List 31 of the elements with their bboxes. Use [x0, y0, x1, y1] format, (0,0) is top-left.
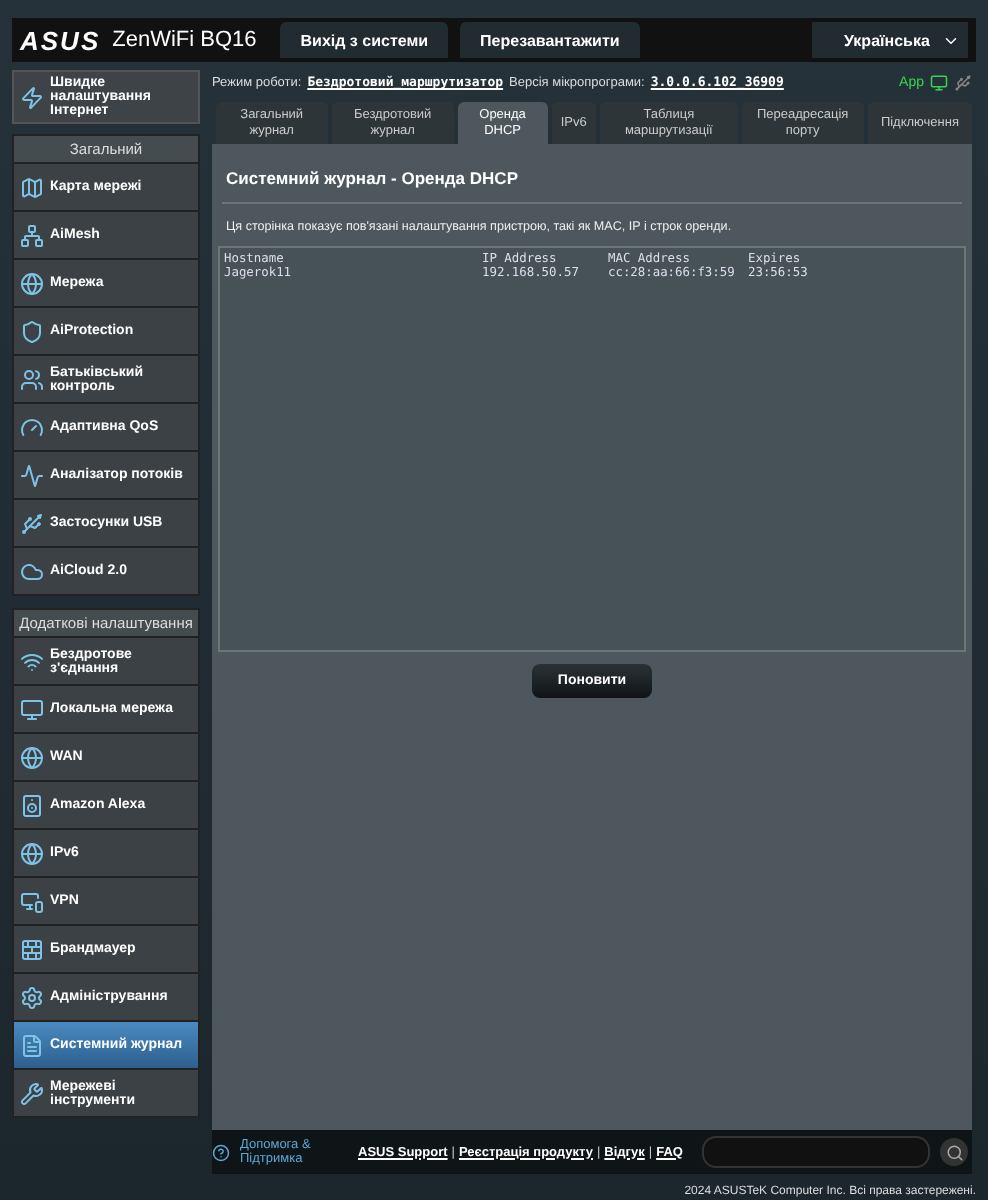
- globe-icon: [20, 841, 44, 865]
- logo: ASUS: [20, 25, 101, 55]
- speaker-icon: [20, 793, 44, 817]
- document-icon: [20, 1033, 44, 1057]
- monitor-icon: [20, 889, 44, 913]
- cloud-icon: [20, 559, 44, 583]
- usb-icon[interactable]: [954, 73, 972, 91]
- wrench-icon: [20, 1081, 44, 1105]
- language-dropdown[interactable]: Українська: [812, 22, 968, 58]
- users-icon: [20, 367, 44, 391]
- gear-icon: [20, 985, 44, 1009]
- map-icon: [20, 175, 44, 199]
- globe-icon: [20, 271, 44, 295]
- monitor-icon[interactable]: [930, 73, 948, 91]
- search-field[interactable]: [702, 1136, 930, 1168]
- pulse-icon: [20, 463, 44, 487]
- panel-title: Системний журнал - Оренда DHCP: [226, 168, 520, 188]
- shield-icon: [20, 319, 44, 343]
- usb-icon: [20, 511, 44, 535]
- wifi-icon: [20, 649, 44, 673]
- monitor-icon: [20, 697, 44, 721]
- wall-icon: [20, 937, 44, 961]
- bolt-icon: [20, 85, 44, 109]
- header-button[interactable]: Вихід з системи: [280, 22, 449, 58]
- model-name: ZenWiFi BQ16: [112, 28, 257, 52]
- network-icon: [20, 223, 44, 247]
- header-button[interactable]: Перезавантажити: [460, 22, 640, 58]
- gauge-icon: [20, 415, 44, 439]
- help-icon: [212, 1143, 230, 1161]
- globe-icon: [20, 745, 44, 769]
- search-button[interactable]: [940, 1138, 968, 1166]
